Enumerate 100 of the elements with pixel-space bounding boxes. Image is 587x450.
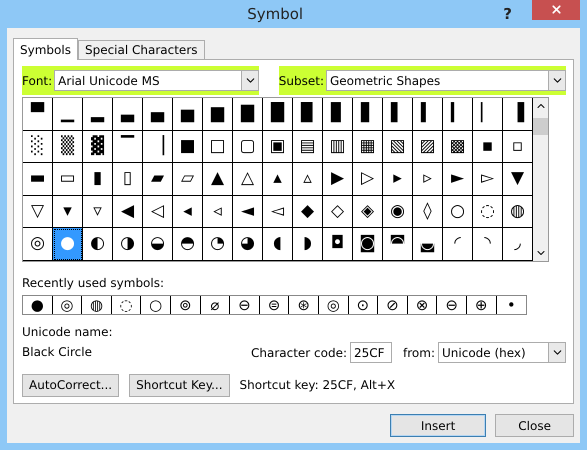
- symbol-cell[interactable]: ◂: [173, 196, 203, 228]
- symbol-cell[interactable]: ▇: [233, 98, 263, 130]
- symbol-cell[interactable]: ▃: [113, 98, 143, 130]
- symbol-cell[interactable]: ▔: [113, 130, 143, 163]
- symbol-cell[interactable]: ◐: [83, 228, 113, 260]
- symbol-cell[interactable]: ▕: [143, 130, 173, 163]
- symbol-cell[interactable]: ▪: [473, 130, 503, 163]
- symbol-cell[interactable]: ▸: [383, 163, 413, 196]
- symbol-cell[interactable]: ▲: [203, 163, 233, 196]
- symbol-cell[interactable]: ▵: [293, 163, 323, 196]
- symbol-cell[interactable]: ○: [443, 196, 473, 228]
- symbol-cell[interactable]: ◆: [293, 196, 323, 228]
- symbol-cell[interactable]: ▆: [203, 98, 233, 130]
- symbol-cell[interactable]: ◙: [353, 228, 383, 260]
- symbol-cell[interactable]: ◌: [473, 196, 503, 228]
- symbol-cell[interactable]: ◁: [143, 196, 173, 228]
- symbol-cell[interactable]: ◛: [413, 228, 443, 260]
- symbol-cell[interactable]: ▴: [263, 163, 293, 196]
- symbol-cell[interactable]: ◔: [203, 228, 233, 260]
- from-dropdown[interactable]: Unicode (hex): [438, 342, 566, 363]
- symbol-cell[interactable]: ◀: [113, 196, 143, 228]
- symbol-cell[interactable]: ▂: [83, 98, 113, 130]
- symbol-cell[interactable]: △: [233, 163, 263, 196]
- symbol-cell[interactable]: ▌: [383, 98, 413, 130]
- symbol-cell[interactable]: ▄: [143, 98, 173, 130]
- symbol-cell[interactable]: ◗: [293, 228, 323, 260]
- symbol-cell[interactable]: ▥: [323, 130, 353, 163]
- symbol-cell[interactable]: ◝: [473, 228, 503, 260]
- tab[interactable]: Symbols: [13, 38, 78, 60]
- symbol-cell[interactable]: ▦: [353, 130, 383, 163]
- symbol-cell[interactable]: ▷: [353, 163, 383, 196]
- symbol-cell[interactable]: ▓: [83, 130, 113, 163]
- symbol-cell[interactable]: ▐: [503, 98, 533, 130]
- subset-dropdown[interactable]: Geometric Shapes: [326, 70, 566, 91]
- symbol-cell[interactable]: ▅: [173, 98, 203, 130]
- symbol-cell[interactable]: ◍: [503, 196, 533, 228]
- symbol-cell[interactable]: ▻: [473, 163, 503, 196]
- close-dialog-button[interactable]: Close: [495, 414, 574, 437]
- symbol-cell[interactable]: ░: [23, 130, 53, 163]
- symbol-cell[interactable]: ◓: [173, 228, 203, 260]
- symbol-cell[interactable]: ■: [173, 130, 203, 163]
- symbol-cell[interactable]: █: [263, 98, 293, 130]
- insert-button[interactable]: Insert: [390, 414, 486, 437]
- symbol-cell[interactable]: ◑: [113, 228, 143, 260]
- symbol-cell[interactable]: ▭: [53, 163, 83, 196]
- symbol-cell[interactable]: ▊: [323, 98, 353, 130]
- symbol-cell[interactable]: ▬: [23, 163, 53, 196]
- symbol-cell[interactable]: ▣: [263, 130, 293, 163]
- symbol-cell[interactable]: ►: [443, 163, 473, 196]
- shortcut-key-button[interactable]: Shortcut Key...: [129, 374, 230, 396]
- symbol-cell[interactable]: ◒: [143, 228, 173, 260]
- symbol-cell[interactable]: ▰: [143, 163, 173, 196]
- symbol-cell[interactable]: ◚: [383, 228, 413, 260]
- symbol-cell[interactable]: ▾: [53, 196, 83, 228]
- symbol-cell[interactable]: ▫: [503, 130, 533, 163]
- character-code-field[interactable]: 25CF: [350, 342, 392, 363]
- recent-symbol[interactable]: •: [496, 296, 526, 314]
- tab[interactable]: Special Characters: [78, 40, 204, 59]
- symbol-cell[interactable]: ◕: [233, 228, 263, 260]
- symbol-cell[interactable]: ◘: [323, 228, 353, 260]
- symbol-cell[interactable]: ▤: [293, 130, 323, 163]
- symbol-cell[interactable]: ▹: [413, 163, 443, 196]
- symbol-cell[interactable]: ▀: [23, 98, 53, 130]
- symbol-cell[interactable]: ◖: [263, 228, 293, 260]
- symbol-cell[interactable]: ▋: [353, 98, 383, 130]
- symbol-cell[interactable]: ▯: [113, 163, 143, 196]
- symbol-cell[interactable]: ▏: [473, 98, 503, 130]
- symbol-cell[interactable]: ◞: [503, 228, 533, 260]
- font-dropdown[interactable]: Arial Unicode MS: [54, 70, 260, 91]
- symbol-cell[interactable]: ◄: [233, 196, 263, 228]
- symbol-cell[interactable]: ▮: [83, 163, 113, 196]
- symbol-cell[interactable]: ▒: [53, 130, 83, 163]
- symbol-cell[interactable]: ▽: [23, 196, 53, 228]
- symbol-cell[interactable]: ▉: [293, 98, 323, 130]
- scrollbar[interactable]: [533, 98, 548, 260]
- symbol-cell[interactable]: ◃: [203, 196, 233, 228]
- symbol-cell[interactable]: ▍: [413, 98, 443, 130]
- symbol-cell[interactable]: ▎: [443, 98, 473, 130]
- symbol-cell[interactable]: ▱: [173, 163, 203, 196]
- symbol-cell[interactable]: ◅: [263, 196, 293, 228]
- autocorrect-button[interactable]: AutoCorrect...: [22, 374, 120, 396]
- symbol-cell[interactable]: ▨: [413, 130, 443, 163]
- symbol-cell[interactable]: ◜: [443, 228, 473, 260]
- symbol-cell[interactable]: ▿: [83, 196, 113, 228]
- symbol-cell[interactable]: ▁: [53, 98, 83, 130]
- field-label: Font:: [22, 74, 54, 88]
- symbol-cell[interactable]: ▩: [443, 130, 473, 163]
- symbol-cell[interactable]: ◉: [383, 196, 413, 228]
- symbol-cell[interactable]: □: [203, 130, 233, 163]
- symbol-cell[interactable]: ◊: [413, 196, 443, 228]
- symbol-cell[interactable]: ▶: [323, 163, 353, 196]
- help-button[interactable]: ?: [503, 5, 512, 23]
- scroll-thumb[interactable]: [533, 118, 548, 135]
- close-button[interactable]: [532, 0, 580, 20]
- symbol-cell[interactable]: ▼: [503, 163, 533, 196]
- symbol-cell[interactable]: ◎: [23, 228, 53, 260]
- symbol-cell[interactable]: ◈: [353, 196, 383, 228]
- symbol-cell[interactable]: ▧: [383, 130, 413, 163]
- symbol-cell[interactable]: ◇: [323, 196, 353, 228]
- symbol-cell[interactable]: ▢: [233, 130, 263, 163]
